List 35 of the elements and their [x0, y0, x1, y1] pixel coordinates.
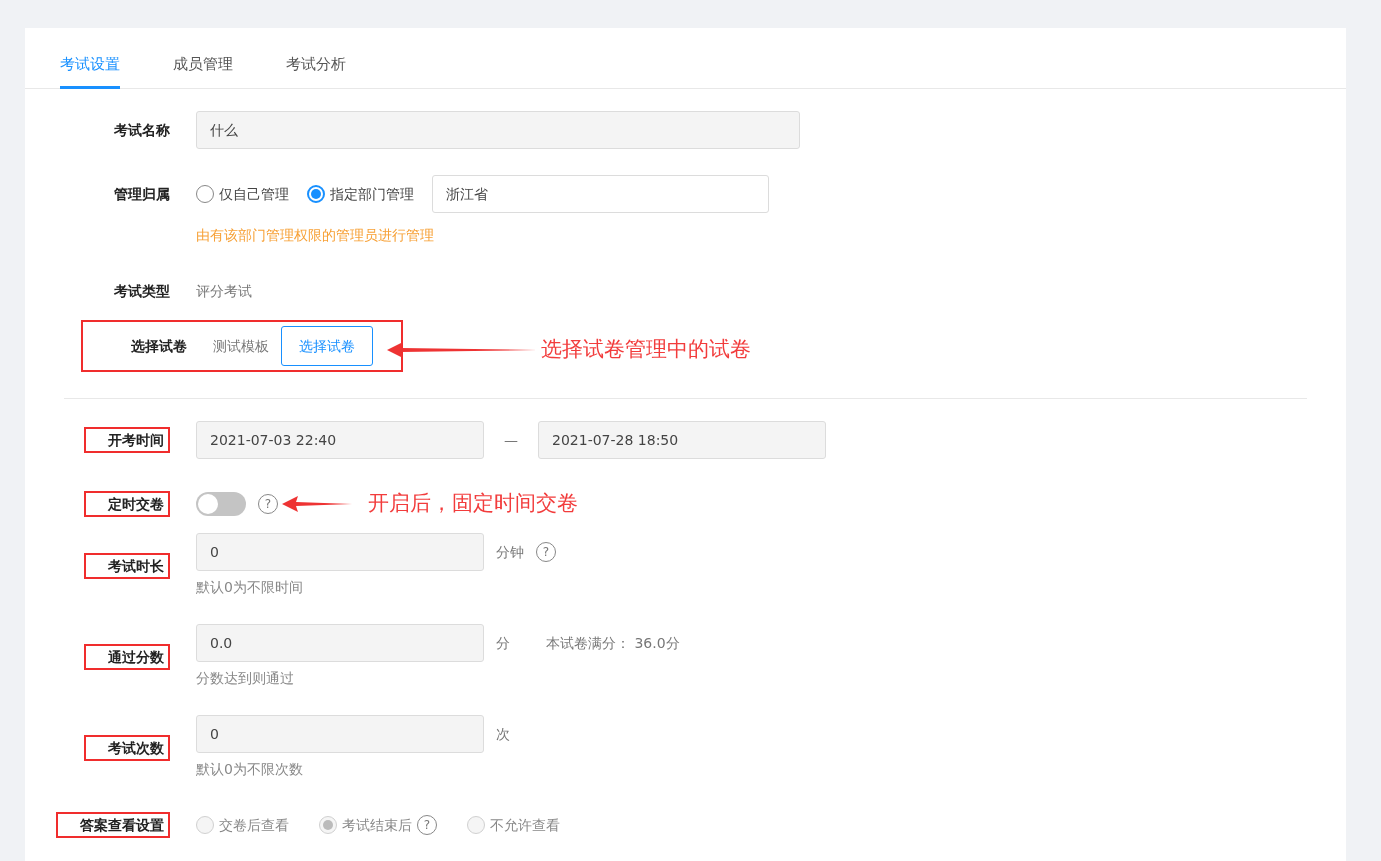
field-label: 开考时间	[84, 427, 170, 453]
start-time-field[interactable]: 2021-07-03 22:40	[196, 421, 484, 459]
end-time-field[interactable]: 2021-07-28 18:50	[538, 421, 826, 459]
annotation-text: 选择试卷管理中的试卷	[541, 336, 751, 364]
field-label: 考试类型	[114, 282, 170, 301]
department-field[interactable]: 浙江省	[432, 175, 769, 213]
unit-label: 分钟	[496, 542, 524, 562]
toggle-switch[interactable]	[196, 492, 246, 516]
field-label: 管理归属	[114, 185, 170, 204]
hint-text: 默认0为不限次数	[196, 760, 304, 779]
hint-text: 分数达到则通过	[196, 669, 295, 688]
tab[interactable]: 成员管理	[173, 52, 233, 89]
radio-option[interactable]: 指定部门管理	[307, 183, 414, 205]
paper-name: 测试模板	[213, 336, 269, 356]
field-label: 答案查看设置	[56, 812, 170, 838]
field-label: 考试名称	[114, 121, 170, 140]
input-field[interactable]: 0	[196, 533, 484, 571]
input-field[interactable]: 什么	[196, 111, 800, 149]
full-score-text: 本试卷满分： 36.0分	[546, 633, 680, 653]
input-field[interactable]: 0.0	[196, 624, 484, 662]
field-label: 考试时长	[84, 552, 170, 579]
input-field[interactable]: 0	[196, 715, 484, 753]
unit-label: 次	[496, 724, 510, 744]
hint-text: 由有该部门管理权限的管理员进行管理	[196, 226, 435, 245]
field-label: 考试次数	[84, 734, 170, 761]
radio-option[interactable]: 仅自己管理	[196, 183, 289, 205]
annotation-text: 开启后，固定时间交卷	[368, 490, 578, 518]
tab[interactable]: 考试分析	[286, 52, 346, 89]
unit-label: 分	[496, 633, 510, 653]
field-label: 选择试卷	[131, 337, 187, 356]
hint-text: 默认0为不限时间	[196, 578, 304, 597]
field-value: 评分考试	[196, 281, 252, 301]
field-label: 定时交卷	[84, 491, 170, 517]
range-separator: —	[504, 430, 518, 450]
field-label: 通过分数	[84, 643, 170, 670]
